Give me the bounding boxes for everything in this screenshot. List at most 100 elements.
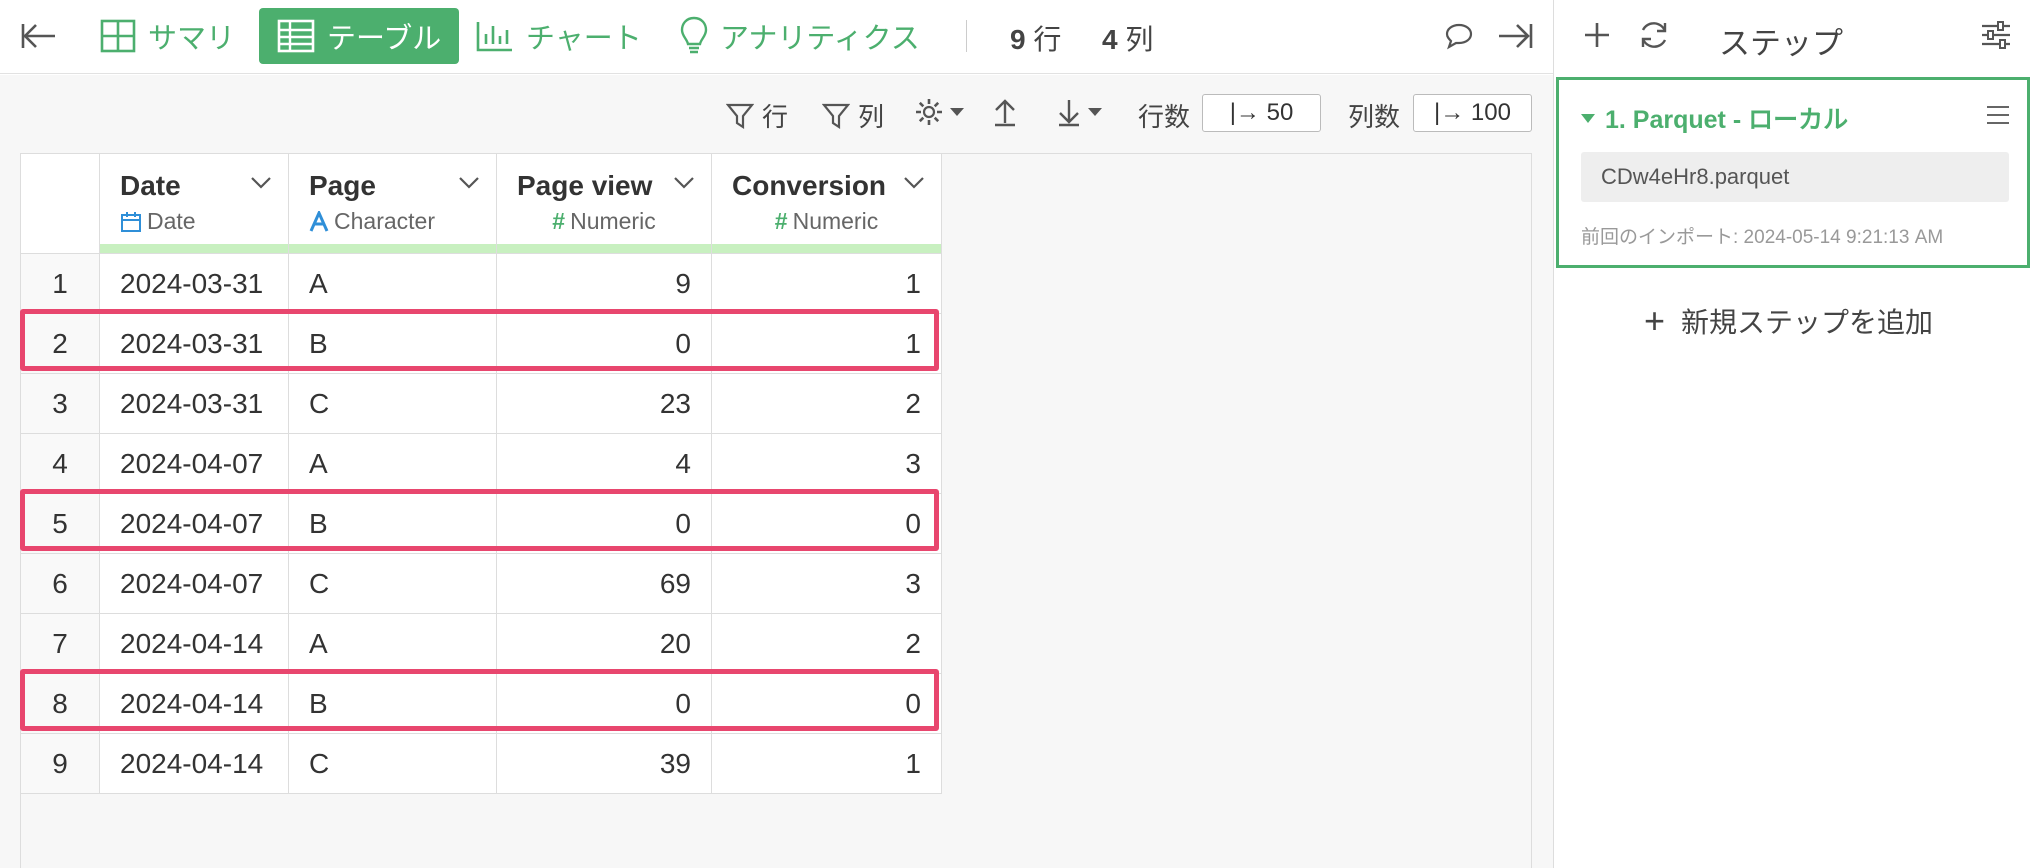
column-header-conversion[interactable]: Conversion # Numeric — [711, 153, 942, 254]
comment-button[interactable] — [1444, 8, 1474, 64]
refresh-icon[interactable] — [1638, 19, 1670, 51]
tab-chart[interactable]: チャート — [476, 8, 642, 64]
row-filter-label: 行 — [762, 102, 789, 132]
row-number: 4 — [20, 433, 100, 494]
column-type: # Numeric — [712, 202, 941, 235]
add-step-icon[interactable] — [1582, 20, 1612, 50]
date-cell[interactable]: 2024-04-07 — [99, 553, 289, 614]
chevron-down-icon[interactable] — [673, 176, 695, 190]
column-count-unit: 列 — [1125, 24, 1154, 55]
row-number: 2 — [20, 313, 100, 374]
page-view-cell[interactable]: 20 — [496, 613, 712, 674]
export-button[interactable] — [992, 97, 1018, 127]
table-icon — [277, 19, 315, 53]
page-view-cell[interactable]: 39 — [496, 733, 712, 794]
page-cell[interactable]: B — [288, 313, 497, 374]
page-cell[interactable]: C — [288, 553, 497, 614]
table-row: 5 2024-04-07 B 0 0 — [20, 493, 942, 554]
date-cell[interactable]: 2024-04-14 — [99, 733, 289, 794]
date-cell[interactable]: 2024-03-31 — [99, 373, 289, 434]
conversion-cell[interactable]: 1 — [711, 733, 942, 794]
tab-summary-label: サマリ — [148, 23, 236, 55]
page-cell[interactable]: A — [288, 253, 497, 314]
page-cell[interactable]: B — [288, 673, 497, 734]
chevron-down-icon[interactable] — [903, 176, 925, 190]
numeric-type-icon: # — [552, 208, 566, 234]
expand-triangle-icon — [1581, 113, 1595, 123]
settings-dropdown-button[interactable] — [914, 97, 966, 127]
sliders-icon[interactable] — [1980, 20, 2012, 50]
expand-right-button[interactable] — [1496, 8, 1534, 64]
columns-limit-input[interactable]: |→ 100 — [1413, 94, 1532, 132]
summary-grid-icon — [100, 19, 136, 53]
column-header-date[interactable]: Date Date — [99, 153, 289, 254]
row-number: 8 — [20, 673, 100, 734]
conversion-cell[interactable]: 0 — [711, 493, 942, 554]
row-count: 9 行 — [1010, 18, 1061, 58]
column-header-page[interactable]: Page Character — [288, 153, 497, 254]
page-view-cell[interactable]: 0 — [496, 313, 712, 374]
date-cell[interactable]: 2024-03-31 — [99, 313, 289, 374]
table-row: 8 2024-04-14 B 0 0 — [20, 673, 942, 734]
page-view-cell[interactable]: 4 — [496, 433, 712, 494]
date-cell[interactable]: 2024-04-14 — [99, 613, 289, 674]
conversion-cell[interactable]: 3 — [711, 433, 942, 494]
numeric-type-icon: # — [774, 208, 788, 234]
conversion-cell[interactable]: 3 — [711, 553, 942, 614]
expand-right-icon — [1499, 24, 1533, 48]
page-cell[interactable]: A — [288, 613, 497, 674]
page-cell[interactable]: A — [288, 433, 497, 494]
date-cell[interactable]: 2024-04-07 — [99, 493, 289, 554]
steps-panel-header: ステップ — [1554, 0, 2032, 74]
tab-table[interactable]: テーブル — [259, 8, 460, 64]
rows-limit-input[interactable]: |→ 50 — [1202, 94, 1321, 132]
steps-panel-title: ステップ — [1719, 26, 1843, 61]
table-row: 3 2024-03-31 C 23 2 — [20, 373, 942, 434]
step-title[interactable]: 1. Parquet - ローカル — [1581, 100, 1848, 136]
column-quality-bar — [100, 244, 288, 253]
page-cell[interactable]: C — [288, 733, 497, 794]
tab-analytics[interactable]: アナリティクス — [680, 8, 920, 64]
column-filter-label: 列 — [858, 102, 885, 132]
filter-icon — [726, 103, 754, 129]
date-cell[interactable]: 2024-03-31 — [99, 253, 289, 314]
conversion-cell[interactable]: 2 — [711, 613, 942, 674]
page-view-cell[interactable]: 9 — [496, 253, 712, 314]
column-type: # Numeric — [497, 202, 711, 235]
date-cell[interactable]: 2024-04-07 — [99, 433, 289, 494]
page-cell[interactable]: C — [288, 373, 497, 434]
conversion-cell[interactable]: 1 — [711, 313, 942, 374]
column-type-label: Numeric — [792, 208, 879, 234]
tab-summary[interactable]: サマリ — [100, 8, 235, 64]
add-step-button[interactable]: + 新規ステップを追加 — [1644, 300, 1933, 342]
conversion-cell[interactable]: 2 — [711, 373, 942, 434]
table-toolbar: 行 列 行数 |→ 50 列数 |→ 100 — [0, 75, 1553, 153]
columns-label: 列数 — [1348, 102, 1401, 132]
column-filter-button[interactable]: 列 — [822, 97, 884, 134]
main-toolbar: サマリ テーブル チャート アナリティクス 9 行 4 列 — [0, 0, 1553, 74]
hamburger-menu-icon[interactable] — [1985, 104, 2011, 126]
table-row: 7 2024-04-14 A 20 2 — [20, 613, 942, 674]
step-card[interactable]: 1. Parquet - ローカル CDw4eHr8.parquet 前回のイン… — [1556, 77, 2030, 268]
download-dropdown-button[interactable] — [1056, 97, 1104, 127]
plus-icon: + — [1644, 300, 1666, 341]
date-cell[interactable]: 2024-04-14 — [99, 673, 289, 734]
page-view-cell[interactable]: 23 — [496, 373, 712, 434]
download-icon — [1059, 100, 1079, 127]
page-view-cell[interactable]: 0 — [496, 673, 712, 734]
page-view-cell[interactable]: 0 — [496, 493, 712, 554]
row-filter-button[interactable]: 行 — [726, 97, 788, 134]
collapse-left-button[interactable] — [20, 8, 58, 64]
table-area: Date Date Page Character Page view # Num… — [0, 153, 1553, 868]
page-view-cell[interactable]: 69 — [496, 553, 712, 614]
column-header-page-view[interactable]: Page view # Numeric — [496, 153, 712, 254]
conversion-cell[interactable]: 1 — [711, 253, 942, 314]
chevron-down-icon[interactable] — [458, 176, 480, 190]
row-number: 5 — [20, 493, 100, 554]
chevron-down-icon[interactable] — [250, 176, 272, 190]
conversion-cell[interactable]: 0 — [711, 673, 942, 734]
step-import-time: 前回のインポート: 2024-05-14 9:21:13 AM — [1581, 227, 1944, 248]
page-cell[interactable]: B — [288, 493, 497, 554]
row-number: 1 — [20, 253, 100, 314]
tab-chart-label: チャート — [526, 23, 642, 55]
